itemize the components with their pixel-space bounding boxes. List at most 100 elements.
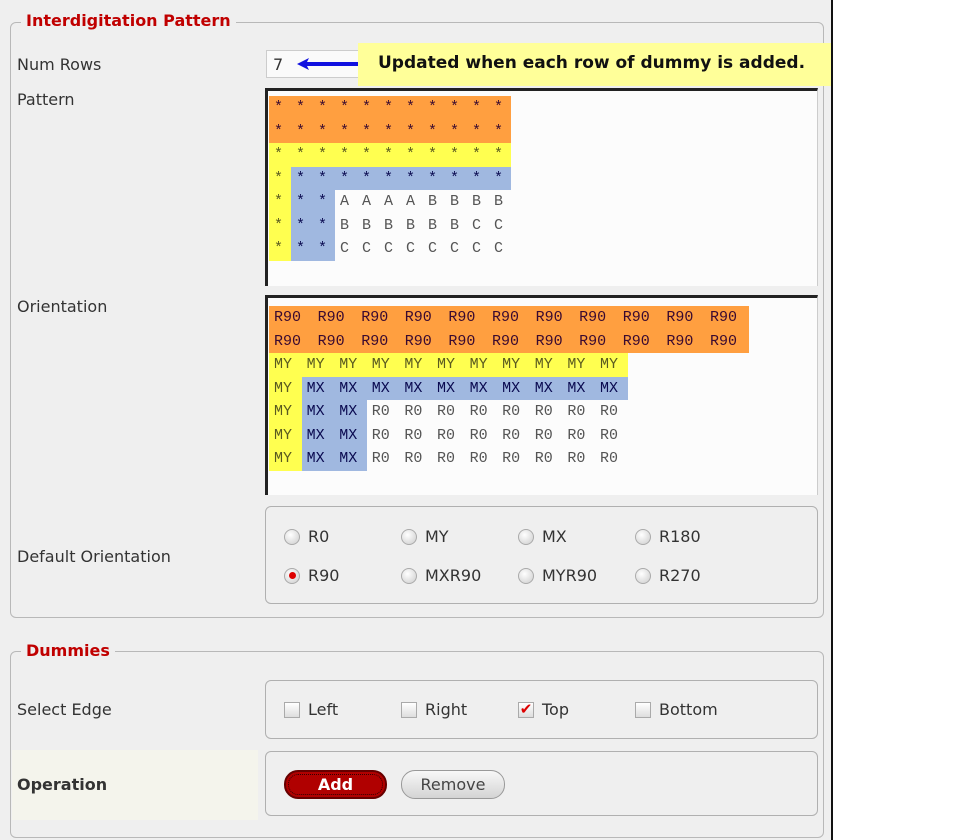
grid-cell: R0 bbox=[469, 450, 488, 467]
grid-cell: R90 bbox=[574, 329, 618, 353]
checkbox[interactable]: ✔ bbox=[518, 701, 534, 718]
remove-button[interactable]: Remove bbox=[401, 770, 505, 799]
grid-cell: R90 bbox=[486, 306, 531, 330]
default-orientation-radio-group bbox=[265, 506, 818, 604]
radio-option-r90[interactable]: R90 bbox=[284, 566, 339, 585]
grid-cell: MX bbox=[594, 376, 628, 400]
radio-option-my[interactable]: MY bbox=[401, 527, 449, 546]
radio-button[interactable] bbox=[401, 528, 417, 545]
grid-row: * * * * * * * * * * * bbox=[269, 119, 817, 143]
radio-label: R0 bbox=[308, 527, 330, 546]
grid-row: R90 R90 R90 R90 R90 R90 R90 R90 R90 R90 R90 bbox=[269, 306, 817, 330]
grid-cell: * bbox=[467, 166, 489, 190]
radio-button[interactable] bbox=[635, 567, 651, 584]
grid-cell: MX bbox=[301, 423, 335, 447]
grid-cell: MY bbox=[269, 423, 302, 447]
grid-cell: * bbox=[489, 119, 511, 143]
grid-cell: * bbox=[269, 237, 291, 261]
edge-checkbox-right[interactable]: Right bbox=[401, 700, 467, 719]
grid-cell: R0 bbox=[534, 450, 553, 467]
radio-button[interactable] bbox=[401, 567, 417, 584]
radio-label: MX bbox=[542, 527, 567, 546]
add-button[interactable]: Add bbox=[284, 770, 387, 799]
grid-cell: MX bbox=[366, 376, 400, 400]
grid-cell: * bbox=[291, 96, 313, 120]
grid-cell: R0 bbox=[436, 450, 455, 467]
grid-cell: C bbox=[362, 240, 372, 257]
radio-option-r270[interactable]: R270 bbox=[635, 566, 701, 585]
grid-cell: R0 bbox=[469, 403, 488, 420]
window-edge-divider bbox=[831, 0, 833, 840]
grid-cell: R90 bbox=[443, 306, 487, 330]
grid-cell: R0 bbox=[534, 403, 553, 420]
pattern-label: Pattern bbox=[17, 90, 75, 109]
grid-cell: MX bbox=[431, 376, 465, 400]
grid-cell: R90 bbox=[574, 306, 618, 330]
tooltip: Updated when each row of dummy is added. bbox=[358, 43, 833, 86]
grid-cell: * bbox=[291, 166, 313, 190]
radio-button[interactable] bbox=[518, 528, 534, 545]
interdigitation-legend: Interdigitation Pattern bbox=[21, 11, 236, 30]
grid-cell: * bbox=[335, 143, 357, 167]
grid-cell: R0 bbox=[371, 403, 390, 420]
grid-cell: MY bbox=[269, 447, 302, 471]
grid-cell: * bbox=[401, 166, 423, 190]
edge-checkbox-bottom[interactable]: Bottom bbox=[635, 700, 718, 719]
grid-cell: C bbox=[472, 216, 482, 234]
grid-cell: * bbox=[379, 143, 401, 167]
edge-checkbox-left[interactable]: Left bbox=[284, 700, 338, 719]
grid-cell: MY bbox=[269, 400, 302, 424]
dummies-legend: Dummies bbox=[21, 641, 115, 660]
grid-cell: R0 bbox=[567, 403, 586, 420]
grid-cell: B bbox=[428, 216, 438, 234]
grid-cell: R0 bbox=[371, 450, 390, 467]
grid-cell: * bbox=[401, 143, 423, 167]
grid-cell: * bbox=[269, 119, 291, 143]
radio-button[interactable] bbox=[284, 528, 300, 545]
grid-cell: MY bbox=[269, 376, 302, 400]
radio-button[interactable] bbox=[518, 567, 534, 584]
grid-cell: MX bbox=[301, 447, 335, 471]
orientation-textarea[interactable]: R90 R90 R90 R90 R90 R90 R90 R90 R90 R90 R90 R90 R90 R… bbox=[265, 295, 818, 495]
edge-checkbox-top[interactable]: ✔ Top bbox=[518, 700, 569, 719]
grid-cell: * bbox=[313, 237, 335, 261]
grid-cell: MY bbox=[594, 353, 628, 377]
radio-label: MYR90 bbox=[542, 566, 598, 585]
pattern-textarea[interactable]: * * * * * * * * * * * * * * * * * * * * * * * * * * * * * * * * * * * * * * * *… bbox=[265, 88, 818, 286]
radio-option-mxr90[interactable]: MXR90 bbox=[401, 566, 481, 585]
num-rows-label: Num Rows bbox=[17, 55, 102, 74]
radio-option-myr90[interactable]: MYR90 bbox=[518, 566, 597, 585]
grid-cell: MX bbox=[529, 376, 563, 400]
grid-cell: R0 bbox=[502, 403, 521, 420]
grid-cell: R0 bbox=[404, 450, 423, 467]
grid-cell: A bbox=[340, 193, 350, 210]
grid-cell: R90 bbox=[399, 306, 444, 330]
checkbox[interactable] bbox=[284, 701, 300, 718]
checkbox[interactable] bbox=[401, 701, 417, 718]
grid-cell: R90 bbox=[617, 306, 662, 330]
grid-cell: MX bbox=[334, 400, 367, 424]
grid-cell: * bbox=[467, 119, 489, 143]
radio-option-mx[interactable]: MX bbox=[518, 527, 567, 546]
grid-cell: * bbox=[335, 119, 357, 143]
grid-row: MY MY MY MY MY MY MY MY MY MY MY bbox=[269, 353, 817, 377]
grid-cell: * bbox=[313, 143, 335, 167]
grid-cell: C bbox=[428, 240, 438, 257]
checkbox[interactable] bbox=[635, 701, 651, 718]
grid-cell: C bbox=[472, 240, 482, 257]
grid-cell: MX bbox=[301, 400, 335, 424]
grid-cell: R90 bbox=[269, 329, 313, 353]
grid-cell: B bbox=[472, 193, 482, 210]
grid-cell: R0 bbox=[502, 450, 521, 467]
grid-cell: * bbox=[291, 190, 313, 214]
radio-option-r180[interactable]: R180 bbox=[635, 527, 701, 546]
grid-cell: * bbox=[313, 119, 335, 143]
grid-cell: * bbox=[423, 96, 445, 120]
radio-option-r0[interactable]: R0 bbox=[284, 527, 329, 546]
grid-cell: C bbox=[406, 240, 416, 257]
radio-button[interactable] bbox=[635, 528, 651, 545]
default-orientation-label: Default Orientation bbox=[17, 547, 171, 566]
radio-button[interactable] bbox=[284, 567, 300, 584]
grid-cell: C bbox=[494, 216, 504, 234]
grid-cell: R90 bbox=[312, 329, 357, 353]
